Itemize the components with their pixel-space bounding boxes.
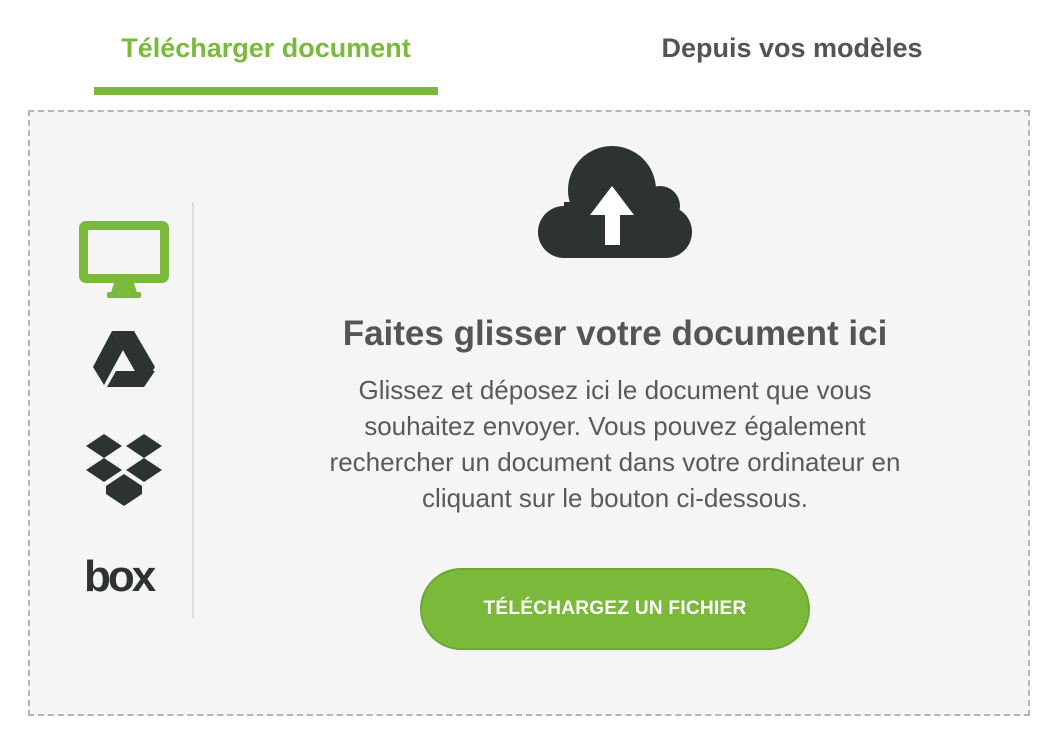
tab-bar: Télécharger document Depuis vos modèles — [0, 0, 1064, 96]
upload-file-button[interactable]: TÉLÉCHARGEZ UN FICHIER — [420, 568, 810, 650]
drop-zone-title: Faites glisser votre document ici — [342, 314, 888, 353]
svg-text:box: box — [84, 552, 157, 599]
google-drive-icon — [93, 331, 155, 387]
source-box-button[interactable]: box — [74, 548, 174, 602]
cloud-upload-icon — [538, 146, 692, 258]
drop-zone-description: Glissez et déposez ici le document que v… — [329, 375, 901, 513]
tab-from-templates[interactable]: Depuis vos modèles — [620, 0, 964, 96]
upload-source-list: box — [74, 202, 194, 618]
dropbox-icon — [86, 434, 162, 506]
source-dropbox-button[interactable] — [74, 430, 174, 512]
box-icon: box — [84, 552, 160, 599]
upload-file-button-label: TÉLÉCHARGEZ UN FICHIER — [483, 598, 747, 619]
source-computer-button[interactable] — [74, 218, 174, 302]
active-tab-indicator — [94, 87, 438, 95]
drop-zone[interactable]: box Faites glisser votre document ici Gl… — [28, 110, 1030, 716]
computer-icon — [79, 221, 169, 298]
tab-templates-label: Depuis vos modèles — [661, 32, 923, 63]
source-google-drive-button[interactable] — [74, 324, 174, 394]
tab-upload-label: Télécharger document — [121, 32, 411, 63]
tab-upload-document[interactable]: Télécharger document — [94, 0, 438, 96]
